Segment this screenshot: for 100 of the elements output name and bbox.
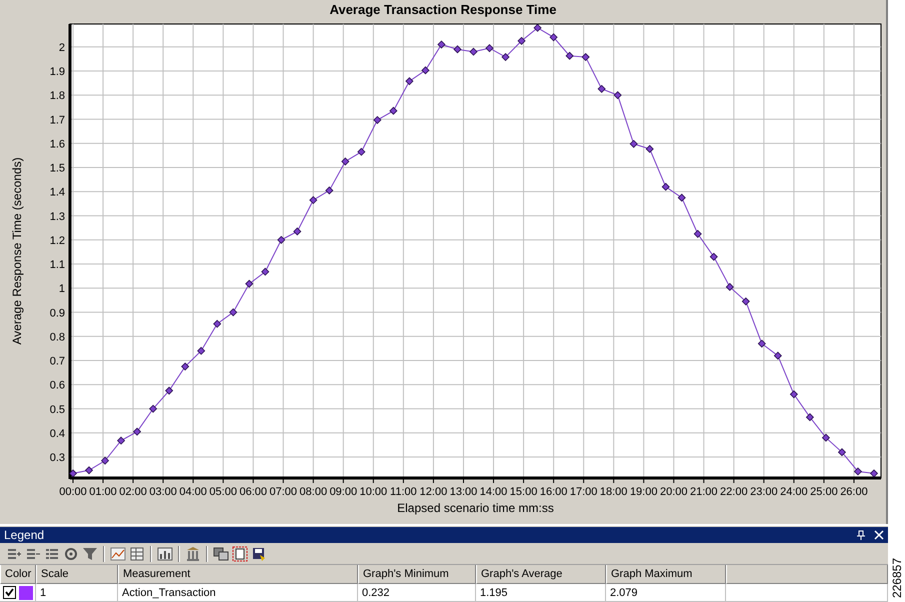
data-point	[68, 469, 78, 478]
data-point	[566, 52, 574, 60]
y-tick-label: 1	[58, 283, 65, 296]
table-cell: Action_Transaction	[118, 584, 358, 602]
y-tick-label: 1.7	[50, 114, 65, 126]
y-tick-label: 0.5	[50, 404, 65, 416]
data-point	[774, 352, 782, 360]
x-tick-label: 11:00	[390, 486, 417, 498]
pin-icon[interactable]	[856, 530, 866, 540]
save-icon[interactable]	[251, 546, 267, 562]
x-tick-label: 10:00	[360, 486, 388, 498]
legend-title: Legend	[4, 528, 46, 542]
x-tick-label: 06:00	[239, 486, 267, 498]
data-point	[341, 157, 350, 166]
y-tick-label: 0.6	[50, 380, 65, 392]
data-point	[678, 194, 686, 202]
x-tick-label: 21:00	[690, 486, 718, 498]
data-point	[100, 456, 110, 465]
x-tick-label: 12:00	[420, 486, 448, 498]
y-tick-label: 1.6	[50, 138, 65, 150]
data-point	[534, 24, 542, 32]
data-point	[582, 52, 590, 62]
y-tick-label: 0.8	[50, 331, 65, 344]
data-point	[694, 230, 702, 238]
data-point	[662, 182, 670, 191]
x-tick-label: 18:00	[600, 486, 628, 498]
bar-chart-icon[interactable]	[157, 546, 173, 562]
table-cell: 1.195	[476, 584, 606, 602]
x-tick-label: 13:00	[450, 486, 478, 498]
data-point	[149, 404, 158, 413]
x-tick-label: 15:00	[510, 486, 538, 498]
x-tick-label: 25:00	[810, 486, 838, 498]
close-icon[interactable]	[874, 530, 884, 540]
data-point	[245, 280, 254, 288]
data-point	[630, 140, 638, 148]
data-point	[229, 308, 238, 316]
y-tick-label: 1.9	[50, 66, 65, 78]
y-tick-label: 0.7	[50, 356, 65, 368]
data-point	[758, 340, 766, 348]
x-tick-label: 26:00	[840, 486, 868, 498]
data-point	[117, 436, 126, 445]
data-point	[405, 77, 414, 86]
y-tick-label: 1.4	[50, 186, 65, 199]
data-point	[437, 40, 446, 49]
data-point	[742, 297, 750, 306]
data-point	[501, 52, 510, 62]
data-point	[133, 428, 142, 436]
x-tick-label: 02:00	[119, 486, 147, 498]
data-point	[854, 467, 862, 476]
data-point	[277, 236, 286, 244]
data-point	[614, 91, 622, 100]
chart-icon[interactable]	[110, 546, 126, 562]
data-point	[726, 282, 734, 292]
table-icon[interactable]	[129, 546, 145, 562]
data-point	[646, 144, 654, 154]
data-point	[293, 227, 302, 236]
x-tick-label: 04:00	[179, 486, 207, 498]
columns-icon[interactable]	[185, 546, 201, 562]
x-tick-label: 08:00	[300, 486, 328, 498]
data-point	[325, 186, 334, 195]
data-point	[373, 116, 382, 124]
data-point	[309, 196, 318, 204]
y-tick-label: 0.9	[50, 307, 65, 320]
windows-icon[interactable]	[213, 546, 229, 562]
data-point	[261, 268, 270, 276]
data-point	[517, 36, 526, 45]
y-tick-label: 1.2	[50, 234, 65, 247]
x-axis-title: Elapsed scenario time mm:ss	[397, 501, 554, 515]
data-point	[165, 386, 174, 395]
data-point	[421, 66, 430, 74]
document-icon[interactable]	[232, 546, 248, 562]
data-point	[838, 448, 846, 456]
x-tick-label: 01:00	[89, 486, 117, 498]
filter-icon[interactable]	[82, 546, 98, 562]
x-tick-label: 00:00	[59, 486, 87, 498]
x-tick-label: 14:00	[480, 486, 508, 498]
y-tick-label: 0.3	[50, 452, 65, 464]
x-tick-label: 17:00	[570, 486, 598, 498]
color-swatch[interactable]	[19, 586, 33, 600]
data-point	[485, 44, 494, 52]
data-point	[710, 252, 718, 261]
data-point	[598, 84, 606, 93]
x-tick-label: 24:00	[780, 486, 808, 498]
data-point	[870, 469, 878, 478]
y-tick-label: 1.8	[50, 90, 65, 102]
x-tick-label: 19:00	[630, 486, 658, 498]
table-cell: 2.079	[606, 584, 726, 602]
data-point	[806, 413, 814, 422]
checkbox[interactable]	[3, 586, 16, 599]
data-point	[822, 434, 830, 442]
data-point	[197, 346, 206, 355]
data-point	[469, 48, 478, 56]
x-tick-label: 03:00	[149, 486, 177, 498]
chart-title: Average Transaction Response Time	[330, 2, 556, 17]
x-tick-label: 09:00	[330, 486, 358, 498]
y-tick-label: 1.1	[50, 259, 65, 272]
x-tick-label: 16:00	[540, 486, 568, 498]
data-point	[181, 362, 190, 371]
data-point	[84, 466, 94, 474]
x-tick-label: 05:00	[209, 486, 237, 498]
